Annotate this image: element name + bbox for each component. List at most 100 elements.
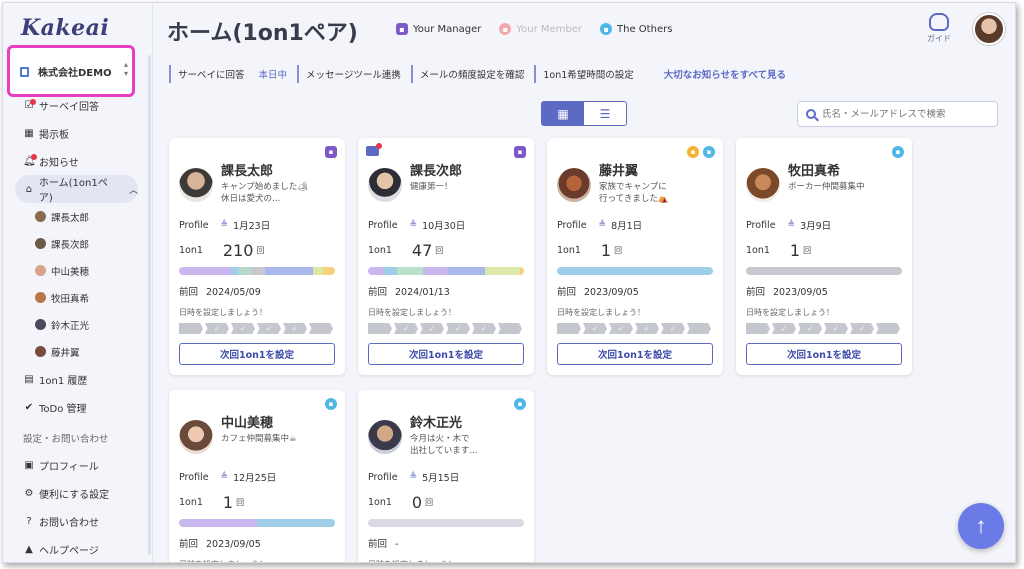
avatar [179,420,213,454]
scroll-top-button[interactable]: ↑ [958,503,1004,549]
sidebar-item-history[interactable]: ▤ 1on1 履歴 [3,365,148,393]
bell-icon: 🔔︎ [23,153,37,167]
sidebar-nav: ☑ サーベイ回答 ▦ 掲示板 🔔︎ お知らせ ⌂ ホーム(1on1ペア) ︿ 課… [3,91,148,562]
card-name[interactable]: 中山美穂 [221,412,273,431]
pair-card[interactable]: ▪ 牧田真希 ボーカー仲間募集中 Profile ≜ 3月9日 1on1 1 回 前回 2… [736,138,912,375]
avatar [557,168,591,202]
profile-row: Profile ≜ 5月15日 [368,471,460,485]
hint-text: 日時を設定しましょう！ [179,308,267,317]
updown-chevron-icon: ▴ ▾ [123,60,128,78]
sidebar-sub-item[interactable]: 課長太郎 [3,203,148,230]
card-name[interactable]: 牧田真希 [788,160,840,179]
sidebar-sub-item[interactable]: 課長次郎 [3,230,148,257]
sidebar-sub-item[interactable]: 藤井翼 [3,338,148,365]
avatar [746,168,780,202]
filter-your-member[interactable]: ▪ Your Member [499,23,582,35]
oneonone-row: 1on1 0 回 [368,493,434,512]
user-avatar[interactable] [973,13,1005,45]
progress-steps: ✓ ✓ ✓ ✓ [746,323,902,334]
cake-icon: ≜ [598,220,607,230]
sidebar-item-help[interactable]: ▲ ヘルプページ [3,535,148,562]
card-status: 今月は火・木で 出社しています… [410,434,478,456]
role-filters: ▪ Your Manager ▪ Your Member ▪ The Other… [396,23,672,35]
home-icon: ⌂ [25,183,33,195]
history-icon: ▤ [24,373,34,385]
message-tool-link[interactable]: メッセージツール連携 [297,65,411,83]
avatar [35,319,46,330]
card-status: 健康第一！ [410,182,453,192]
profile-row: Profile ≜ 12月25日 [179,471,277,485]
sidebar-scrollbar[interactable] [148,55,151,555]
card-status: キャンプ始めました🏕 休日は愛犬の… [221,182,309,204]
pair-card[interactable]: ▪ 鈴木正光 今月は火・木で 出社しています… Profile ≜ 5月15日 1on… [358,390,534,562]
sidebar: Kakeai 株式会社DEMO ▴ ▾ ☑ サーベイ回答 ▦ 掲示板 🔔︎ お知ら… [3,3,153,562]
progress-steps: ✓ ✓ ✓ ✓ [179,323,335,334]
graduation-cap-icon: ▲ [25,543,33,555]
gear-icon: ⚙ [24,487,34,499]
sidebar-sub-item[interactable]: 鈴木正光 [3,311,148,338]
profile-row: Profile ≜ 8月1日 [557,219,643,233]
member-icon: ▪ [499,23,512,35]
cake-icon: ≜ [409,220,418,230]
sidebar-sub-item[interactable]: 中山美穂 [3,257,148,284]
company-name: 株式会社DEMO [38,68,112,79]
others-icon: ▪ [600,23,613,35]
avatar [35,292,46,303]
sidebar-item-board[interactable]: ▦ 掲示板 [3,119,148,147]
pair-card[interactable]: ▪ 課長次郎 健康第一！ Profile ≜ 10月30日 1on1 47 回 前回 20… [358,138,534,375]
set-next-1on1-button[interactable]: 次回1on1を設定 [557,343,713,365]
guide-button[interactable]: ガイド [927,13,951,44]
sidebar-item-survey[interactable]: ☑ サーベイ回答 [3,91,148,119]
message-icon[interactable] [366,143,382,156]
filter-the-others[interactable]: ▪ The Others [600,23,672,35]
list-icon: ☰ [599,106,611,121]
sidebar-item-contact[interactable]: ? お問い合わせ [3,507,148,535]
all-notices-link[interactable]: 大切なお知らせをすべて見る [644,65,796,83]
search-box [797,101,998,127]
history-bar [179,267,335,275]
set-next-1on1-button[interactable]: 次回1on1を設定 [746,343,902,365]
checkbox-icon: ☑ [23,98,36,111]
card-name[interactable]: 鈴木正光 [410,412,462,431]
frequency-link[interactable]: メールの頻度設定を確認 [410,65,535,83]
avatar [35,265,46,276]
hint-text: 日時を設定しましょう！ [557,308,645,317]
list-view-button[interactable]: ☰ [584,102,626,125]
sidebar-sub-item[interactable]: 牧田真希 [3,284,148,311]
search-input[interactable] [822,108,982,120]
sidebar-item-notices[interactable]: 🔔︎ お知らせ [3,147,148,175]
card-name[interactable]: 課長次郎 [410,160,462,179]
sidebar-item-home[interactable]: ⌂ ホーム(1on1ペア) ︿ [15,175,138,204]
profile-row: Profile ≜ 1月23日 [179,219,271,233]
briefcase-icon: ▣ [24,459,34,471]
pair-card[interactable]: ▪ 中山美穂 カフェ仲間募集中☕ Profile ≜ 12月25日 1on1 1 回 前… [169,390,345,562]
hope-time-link[interactable]: 1on1希望時間の設定 [534,65,643,83]
pair-card[interactable]: ▪ 課長太郎 キャンプ始めました🏕 休日は愛犬の… Profile ≜ 1月23日 1… [169,138,345,375]
chevron-up-icon[interactable]: ︿ [129,183,138,196]
card-name[interactable]: 藤井翼 [599,160,638,179]
sidebar-item-todo[interactable]: ✔ ToDo 管理 [3,393,148,421]
card-name[interactable]: 課長太郎 [221,160,273,179]
last-meeting: 前回 2023/09/05 [746,287,828,298]
avatar [368,168,402,202]
pair-card[interactable]: ▪ ▪ 藤井翼 家族でキャンプに 行ってきました⛺ Profile ≜ 8月1日 1on… [547,138,723,375]
cake-icon: ≜ [220,472,229,482]
survey-link[interactable]: サーベイに回答 本日中 [169,65,297,83]
oneonone-row: 1on1 1 回 [179,493,245,512]
last-meeting: 前回 2023/09/05 [557,287,639,298]
kakeai-logo[interactable]: Kakeai [21,15,109,41]
grid-view-button[interactable]: ▦ [542,102,584,125]
sidebar-item-settings[interactable]: ⚙ 便利にする設定 [3,479,148,507]
company-selector[interactable]: 株式会社DEMO ▴ ▾ [7,45,135,97]
history-bar [746,267,902,275]
profile-row: Profile ≜ 10月30日 [368,219,466,233]
last-meeting: 前回 - [368,539,399,550]
avatar [35,211,46,222]
settings-section-label: 設定・お問い合わせ [23,434,109,445]
oneonone-row: 1on1 47 回 [368,241,444,260]
filter-your-manager[interactable]: ▪ Your Manager [396,23,481,35]
sidebar-item-profile[interactable]: ▣ プロフィール [3,451,148,479]
set-next-1on1-button[interactable]: 次回1on1を設定 [179,343,335,365]
set-next-1on1-button[interactable]: 次回1on1を設定 [368,343,524,365]
page-title: ホーム(1on1ペア) [167,21,358,46]
